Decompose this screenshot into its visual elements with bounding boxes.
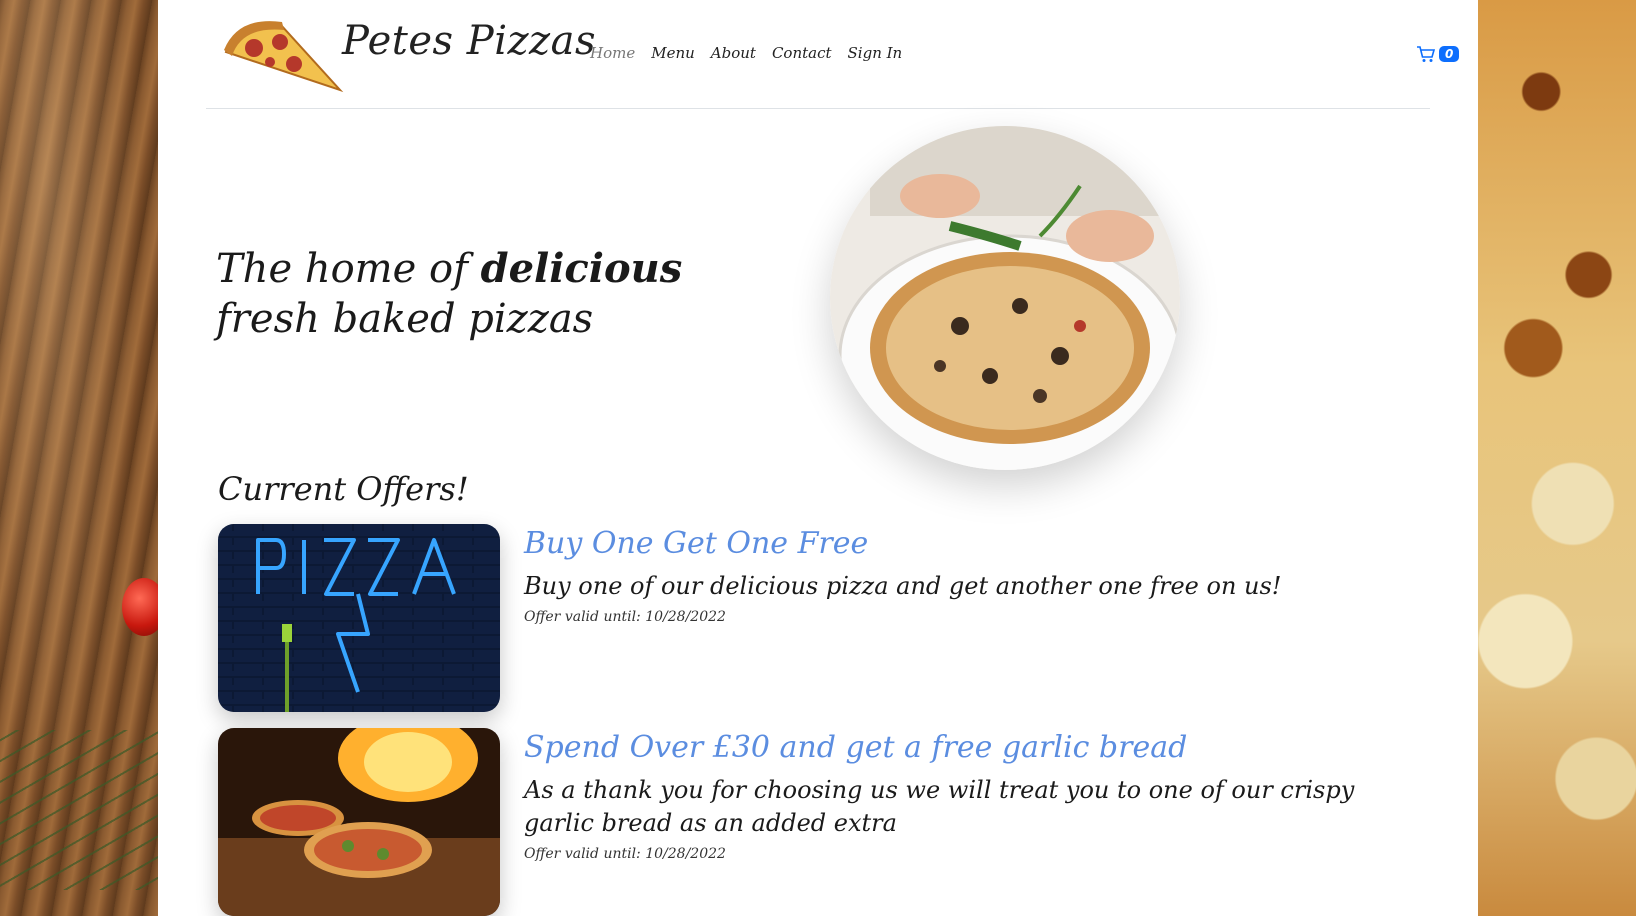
hero-title: The home of delicious fresh baked pizzas <box>216 244 776 344</box>
main-panel: Petes Pizzas Home Menu About Contact Sig… <box>158 0 1478 916</box>
offer-valid-until: Offer valid until: 10/28/2022 <box>524 609 726 625</box>
hero-title-bold: delicious <box>480 245 683 292</box>
offer-card[interactable]: Buy One Get One Free Buy one of our deli… <box>218 524 1398 714</box>
offer-title[interactable]: Buy One Get One Free <box>524 524 1404 564</box>
background-pizza-closeup <box>1478 0 1636 916</box>
background-wood-board <box>0 0 166 916</box>
hero-pizza-photo <box>830 126 1180 470</box>
offer-valid-until: Offer valid until: 10/28/2022 <box>524 846 726 862</box>
main-nav: Home Menu About Contact Sign In <box>590 44 902 62</box>
offer-neon-pizza-image <box>218 524 500 712</box>
nav-menu-link[interactable]: Menu <box>651 44 695 62</box>
nav-contact-link[interactable]: Contact <box>772 44 832 62</box>
hero-title-post: fresh baked pizzas <box>216 296 594 342</box>
offer-body: Buy One Get One Free Buy one of our deli… <box>524 524 1404 625</box>
nav-sign-in-link[interactable]: Sign In <box>848 44 903 62</box>
offer-description: Buy one of our delicious pizza and get a… <box>524 572 1282 600</box>
offers-heading: Current Offers! <box>218 470 469 508</box>
cart-count-badge: 0 <box>1439 46 1460 62</box>
offer-description: As a thank you for choosing us we will t… <box>524 776 1355 837</box>
site-header: Petes Pizzas Home Menu About Contact Sig… <box>206 0 1460 109</box>
cart-icon <box>1417 46 1436 62</box>
nav-about-link[interactable]: About <box>711 44 756 62</box>
offer-body: Spend Over £30 and get a free garlic bre… <box>524 728 1404 862</box>
offer-card[interactable]: Spend Over £30 and get a free garlic bre… <box>218 728 1398 916</box>
offer-title[interactable]: Spend Over £30 and get a free garlic bre… <box>524 728 1404 768</box>
nav-home-link[interactable]: Home <box>590 44 635 62</box>
brand-name[interactable]: Petes Pizzas <box>342 18 596 64</box>
pizza-slice-logo[interactable] <box>218 12 344 94</box>
cart-button[interactable]: 0 <box>1416 44 1460 64</box>
offer-pizza-oven-image <box>218 728 500 916</box>
background-herb <box>0 730 160 890</box>
hero-title-pre: The home of <box>216 246 481 292</box>
